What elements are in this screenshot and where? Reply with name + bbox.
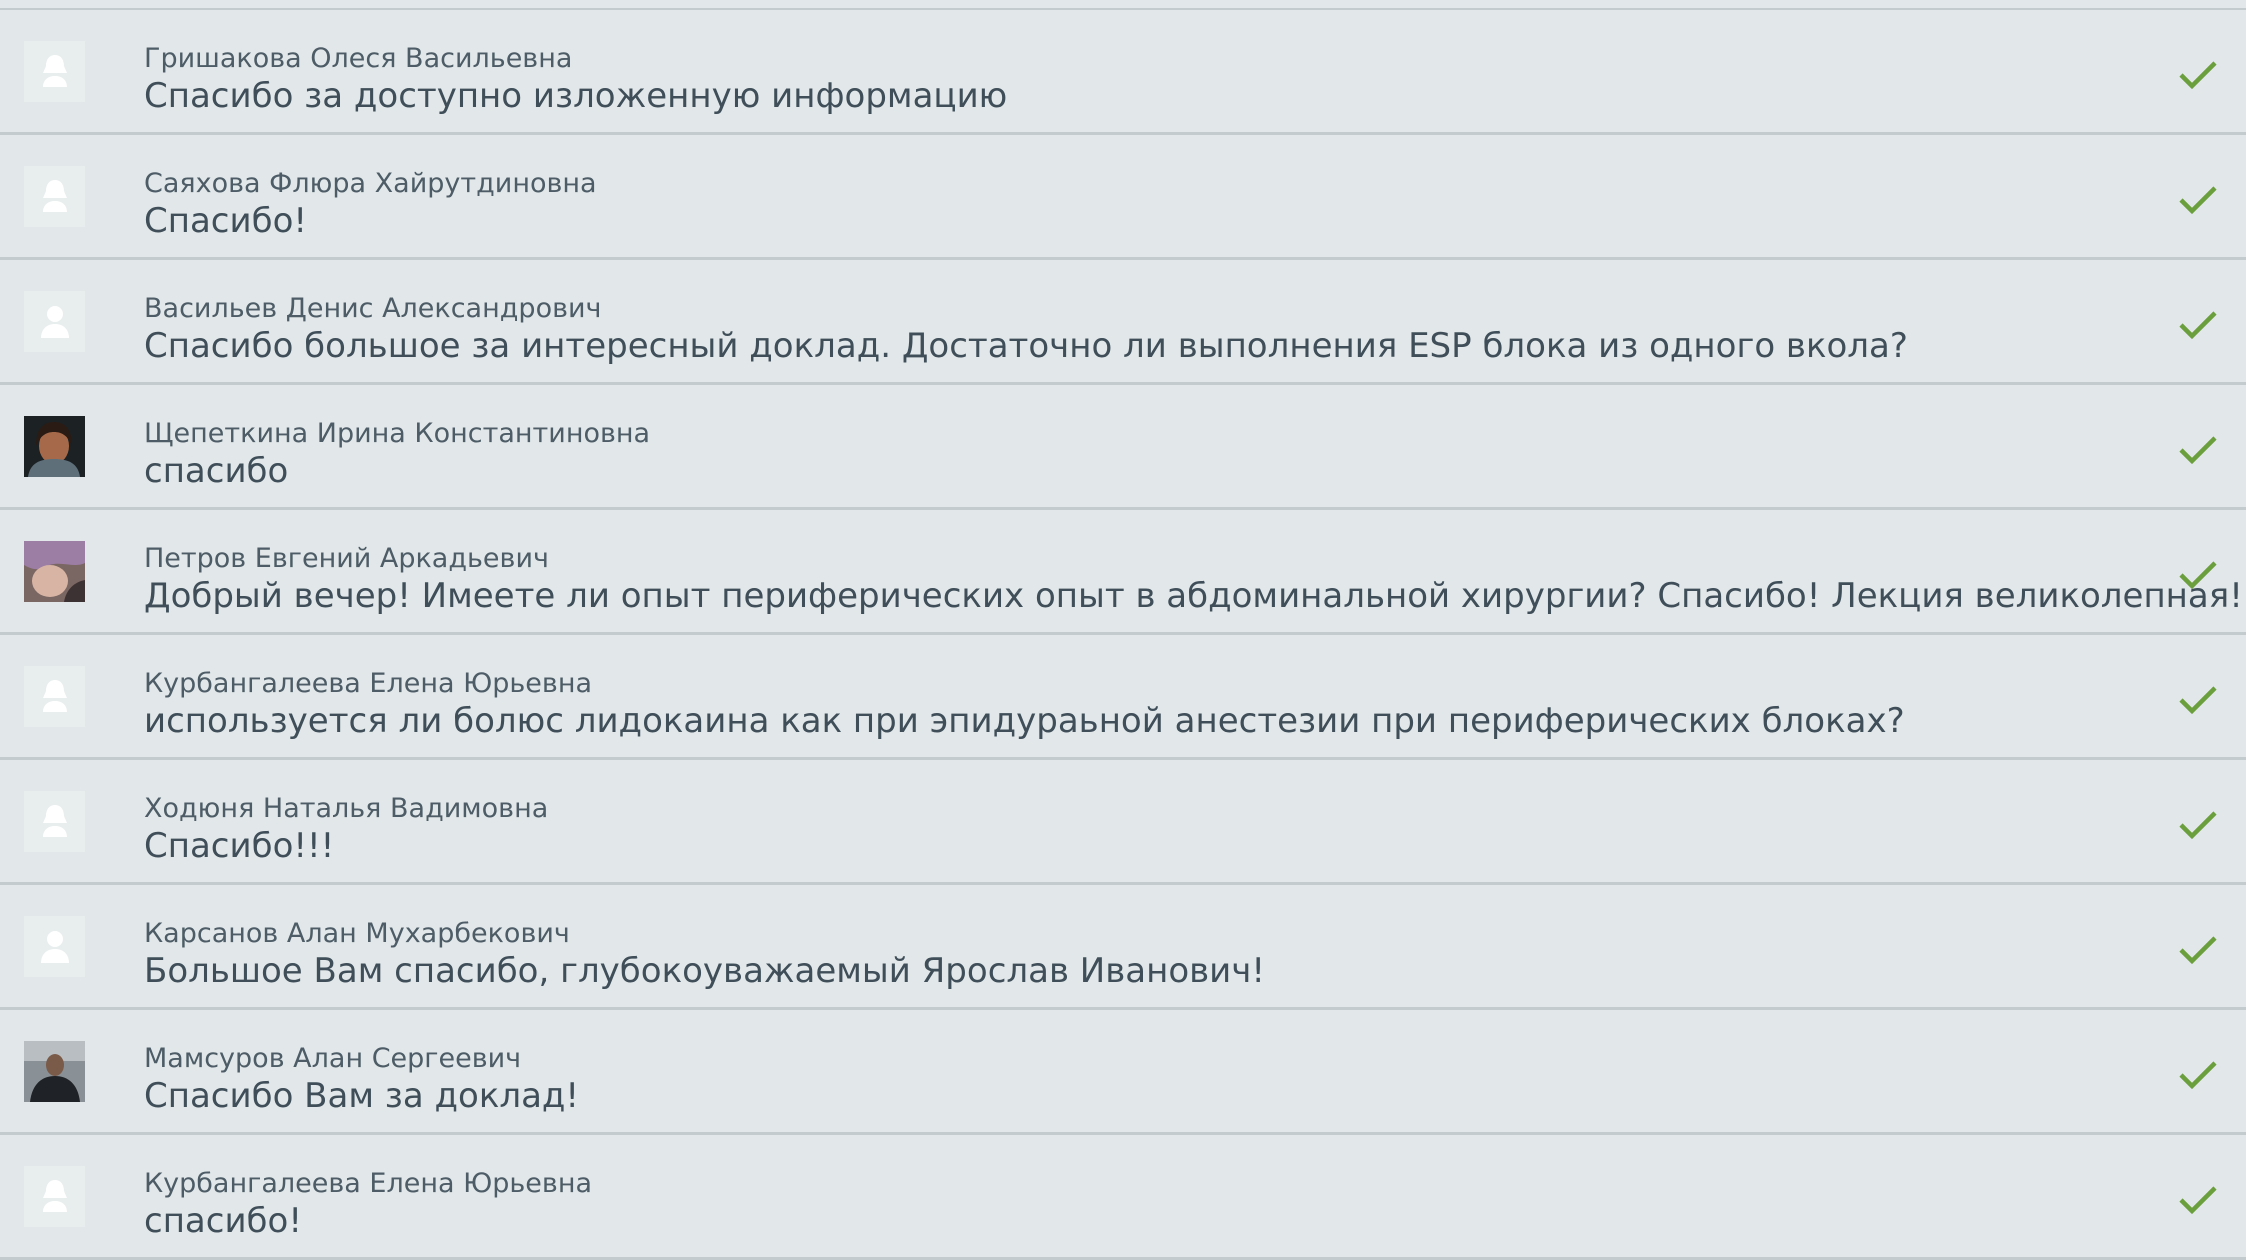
checkmark-icon[interactable]	[2178, 310, 2218, 340]
comment-author: Гришакова Олеся Васильевна	[144, 43, 573, 74]
checkmark-icon[interactable]	[2178, 1185, 2218, 1215]
female-silhouette-icon	[24, 41, 85, 102]
checkmark-icon[interactable]	[2178, 935, 2218, 965]
comment-row: Гришакова Олеся Васильевна Спасибо за до…	[0, 10, 2246, 135]
male-silhouette-icon	[24, 291, 85, 352]
comment-row: Карсанов Алан Мухарбекович Большое Вам с…	[0, 885, 2246, 1010]
comment-row: Саяхова Флюра Хайрутдиновна Спасибо!	[0, 135, 2246, 260]
comment-author: Щепеткина Ирина Константиновна	[144, 418, 651, 449]
female-silhouette-icon	[24, 1166, 85, 1227]
checkmark-icon[interactable]	[2178, 185, 2218, 215]
user-photo	[24, 1041, 85, 1102]
comment-text: спасибо	[144, 451, 289, 491]
comment-text: Спасибо Вам за доклад!	[144, 1076, 580, 1116]
comment-text: используется ли болюс лидокаина как при …	[144, 701, 1905, 741]
comment-row: Щепеткина Ирина Константиновна спасибо	[0, 385, 2246, 510]
checkmark-icon[interactable]	[2178, 685, 2218, 715]
comment-text: Спасибо за доступно изложенную информаци…	[144, 76, 1008, 116]
comment-row: Васильев Денис Александрович Спасибо бол…	[0, 260, 2246, 385]
user-photo	[24, 416, 85, 477]
comment-author: Мамсуров Алан Сергеевич	[144, 1043, 522, 1074]
user-photo	[24, 541, 85, 602]
checkmark-icon[interactable]	[2178, 60, 2218, 90]
comment-author: Курбангалеева Елена Юрьевна	[144, 668, 593, 699]
comment-author: Карсанов Алан Мухарбекович	[144, 918, 570, 949]
comment-text: Спасибо большое за интересный доклад. До…	[144, 326, 1908, 366]
checkmark-icon[interactable]	[2178, 810, 2218, 840]
comment-author: Саяхова Флюра Хайрутдиновна	[144, 168, 597, 199]
comment-author: Курбангалеева Елена Юрьевна	[144, 1168, 593, 1199]
comment-author: Ходюня Наталья Вадимовна	[144, 793, 549, 824]
comments-list: Гришакова Олеся Васильевна Спасибо за до…	[0, 8, 2246, 1260]
comment-row: Курбангалеева Елена Юрьевна используется…	[0, 635, 2246, 760]
comment-text: Добрый вечер! Имеете ли опыт периферичес…	[144, 576, 2243, 616]
checkmark-icon[interactable]	[2178, 560, 2218, 590]
comment-row: Ходюня Наталья Вадимовна Спасибо!!!	[0, 760, 2246, 885]
female-silhouette-icon	[24, 791, 85, 852]
female-silhouette-icon	[24, 166, 85, 227]
checkmark-icon[interactable]	[2178, 1060, 2218, 1090]
comment-row: Мамсуров Алан Сергеевич Спасибо Вам за д…	[0, 1010, 2246, 1135]
comment-text: Спасибо!	[144, 201, 307, 241]
comment-text: Большое Вам спасибо, глубокоуважаемый Яр…	[144, 951, 1265, 991]
comment-text: Спасибо!!!	[144, 826, 335, 866]
comment-author: Петров Евгений Аркадьевич	[144, 543, 549, 574]
checkmark-icon[interactable]	[2178, 435, 2218, 465]
male-silhouette-icon	[24, 916, 85, 977]
female-silhouette-icon	[24, 666, 85, 727]
comment-text: спасибо!	[144, 1201, 302, 1241]
comment-row: Петров Евгений Аркадьевич Добрый вечер! …	[0, 510, 2246, 635]
comment-author: Васильев Денис Александрович	[144, 293, 602, 324]
comment-row: Курбангалеева Елена Юрьевна спасибо!	[0, 1135, 2246, 1260]
